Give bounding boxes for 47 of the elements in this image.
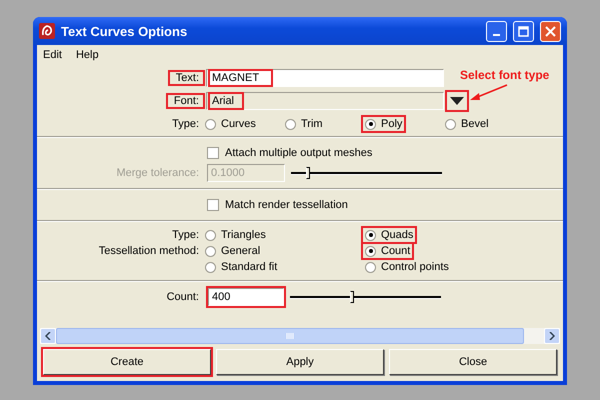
annotation-arrow	[469, 84, 509, 102]
dialog-button[interactable]: Apply	[216, 349, 384, 375]
dialog-button[interactable]: Create	[43, 349, 211, 375]
field-label: Count:	[166, 291, 200, 303]
menu-item[interactable]: Help	[76, 49, 99, 61]
caret-icon	[450, 97, 464, 105]
field-label: Type:	[172, 229, 200, 241]
horizontal-scrollbar[interactable]	[40, 328, 560, 344]
checkbox[interactable]	[207, 147, 219, 159]
font-field[interactable]: Arial	[206, 92, 444, 110]
text-field[interactable]: MAGNET	[206, 69, 444, 87]
radio-option[interactable]: Bevel	[443, 117, 491, 131]
field-label: Font:	[168, 95, 203, 107]
scroll-left-icon	[45, 332, 51, 340]
radio-option[interactable]: Quads	[363, 228, 416, 242]
menu-item[interactable]: Edit	[43, 49, 62, 61]
app-logo-icon	[39, 23, 55, 39]
window-title: Text Curves Options	[61, 24, 188, 38]
number-field[interactable]: 400	[208, 288, 284, 306]
radio-option[interactable]: General	[203, 244, 262, 258]
radio-option[interactable]: Poly	[363, 117, 404, 131]
close-icon	[545, 26, 556, 36]
minimize-icon	[493, 34, 500, 36]
annotation-text: Select font type	[460, 68, 550, 82]
field-label: Type:	[172, 118, 200, 130]
field-label: Text:	[170, 72, 203, 84]
minimize-button[interactable]	[486, 20, 507, 42]
dropdown-button[interactable]	[447, 92, 467, 110]
radio-option[interactable]: Trim	[283, 117, 325, 131]
checkbox-label: Attach multiple output meshes	[225, 147, 372, 159]
checkbox[interactable]	[207, 199, 219, 211]
maximize-button[interactable]	[513, 20, 534, 42]
scroll-right-icon	[549, 332, 555, 340]
close-button[interactable]	[540, 20, 561, 42]
radio-option[interactable]: Curves	[203, 117, 258, 131]
radio-option[interactable]: Control points	[363, 260, 451, 274]
radio-option[interactable]: Standard fit	[203, 260, 280, 274]
slider[interactable]	[291, 167, 442, 179]
grip-icon	[286, 333, 294, 339]
field-label: Tessellation method:	[98, 245, 200, 257]
radio-option[interactable]: Count	[363, 244, 412, 258]
dialog-button[interactable]: Close	[389, 349, 557, 375]
checkbox-label: Match render tessellation	[225, 199, 348, 211]
field-label: Merge tolerance:	[115, 167, 200, 179]
maximize-icon	[518, 26, 529, 36]
slider[interactable]	[290, 291, 441, 303]
radio-option[interactable]: Triangles	[203, 228, 268, 242]
